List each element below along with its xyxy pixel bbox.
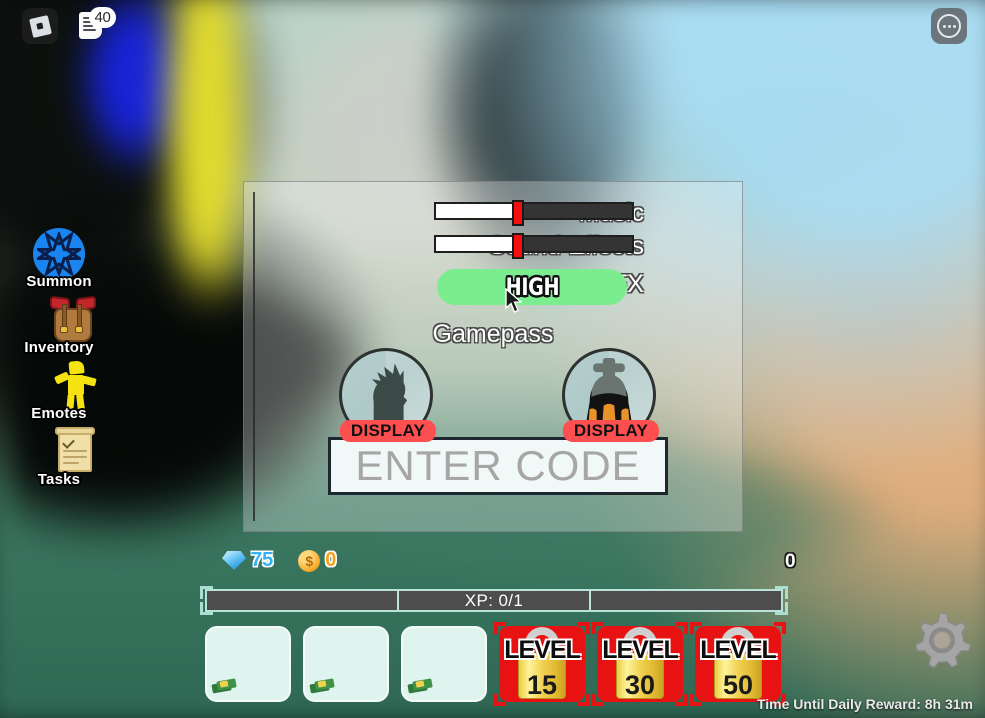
gem-currency: 75 <box>222 549 273 572</box>
mouse-cursor <box>505 288 522 313</box>
sidebar-item-label: Summon <box>26 273 92 290</box>
gamepass-item-2[interactable]: DISPLAY <box>562 348 660 446</box>
sidebar-item-label: Emotes <box>31 405 87 422</box>
level-word: LEVEL <box>504 636 581 664</box>
ellipsis-circle-icon[interactable] <box>931 8 967 44</box>
hotbar-slot[interactable] <box>298 622 394 706</box>
coin-value: 0 <box>325 549 337 571</box>
sidebar-item-label: Inventory <box>24 339 94 356</box>
roblox-logo-icon[interactable] <box>22 8 58 44</box>
roblox-glyph <box>28 14 52 38</box>
money-stack-icon <box>211 677 239 694</box>
sidebar-item-tasks[interactable]: Tasks <box>18 426 100 491</box>
gamepass-item-1[interactable]: DISPLAY <box>339 348 437 446</box>
gamepass-badge[interactable]: DISPLAY <box>562 420 660 442</box>
sidebar-item-inventory[interactable]: Inventory <box>18 294 100 359</box>
daily-reward-timer: Time Until Daily Reward: 8h 31m <box>756 696 973 712</box>
code-input-placeholder: ENTER CODE <box>355 442 641 489</box>
xp-segment <box>207 591 399 610</box>
sidebar: Summon Inventory Emotes Tasks <box>18 228 100 492</box>
xp-bar: XP: 0/1 <box>205 589 783 612</box>
xp-text: XP: 0/1 <box>464 590 524 610</box>
money-stack-icon <box>407 677 435 694</box>
level-word: LEVEL <box>700 636 777 664</box>
xp-segment <box>591 591 781 610</box>
music-slider-fill <box>436 204 519 218</box>
required-level: 30 <box>624 670 656 700</box>
music-slider[interactable] <box>434 200 634 226</box>
sound-effects-slider-fill <box>436 237 519 251</box>
coin-icon: $ <box>298 549 321 572</box>
music-slider-thumb[interactable] <box>512 200 525 226</box>
hotbar-slot[interactable] <box>200 622 296 706</box>
currency-bar: 75 $ 0 <box>222 549 336 572</box>
sound-effects-slider[interactable] <box>434 233 634 259</box>
hotbar-slot-locked[interactable]: 30 LEVEL <box>592 622 688 706</box>
code-input[interactable]: ENTER CODE <box>328 437 668 495</box>
settings-panel: Music Sound Effects Attack FX HIGH Gamep… <box>243 181 743 532</box>
dancing-figure-icon <box>52 360 100 412</box>
diamond-icon <box>222 551 246 570</box>
gear-icon[interactable] <box>911 608 973 670</box>
chat-icon[interactable]: 40 <box>70 7 116 42</box>
required-level: 15 <box>526 670 558 700</box>
attack-fx-toggle-button[interactable]: HIGH <box>437 269 627 305</box>
sidebar-item-emotes[interactable]: Emotes <box>18 360 100 425</box>
sidebar-item-label: Tasks <box>37 471 81 488</box>
backpack-icon <box>46 294 100 342</box>
gamepass-badge[interactable]: DISPLAY <box>339 420 437 442</box>
sound-effects-slider-thumb[interactable] <box>512 233 525 259</box>
xp-bar-wrapper: XP: 0/1 <box>200 586 788 615</box>
xp-segment-label: XP: 0/1 <box>399 591 591 610</box>
gamepass-title: Gamepass <box>432 320 554 348</box>
money-stack-icon <box>309 677 337 694</box>
ellipsis-ring <box>937 14 961 38</box>
hotbar-slot-locked[interactable]: 15 LEVEL <box>494 622 590 706</box>
level-word: LEVEL <box>602 636 679 664</box>
scroll-checklist-icon <box>50 426 100 472</box>
sidebar-item-summon[interactable]: Summon <box>18 228 100 293</box>
hotbar: 15 LEVEL 30 LEVEL 50 LEVEL <box>200 622 786 706</box>
right-counter: 0 <box>785 551 796 572</box>
chat-badge: 40 <box>89 7 116 28</box>
hotbar-slot-locked[interactable]: 50 LEVEL <box>690 622 786 706</box>
coin-currency: $ 0 <box>298 549 336 572</box>
gem-value: 75 <box>251 549 274 571</box>
game-screen: 40 Summon Inventory Emotes Tasks FX HIGH… <box>0 0 985 718</box>
hotbar-slot[interactable] <box>396 622 492 706</box>
